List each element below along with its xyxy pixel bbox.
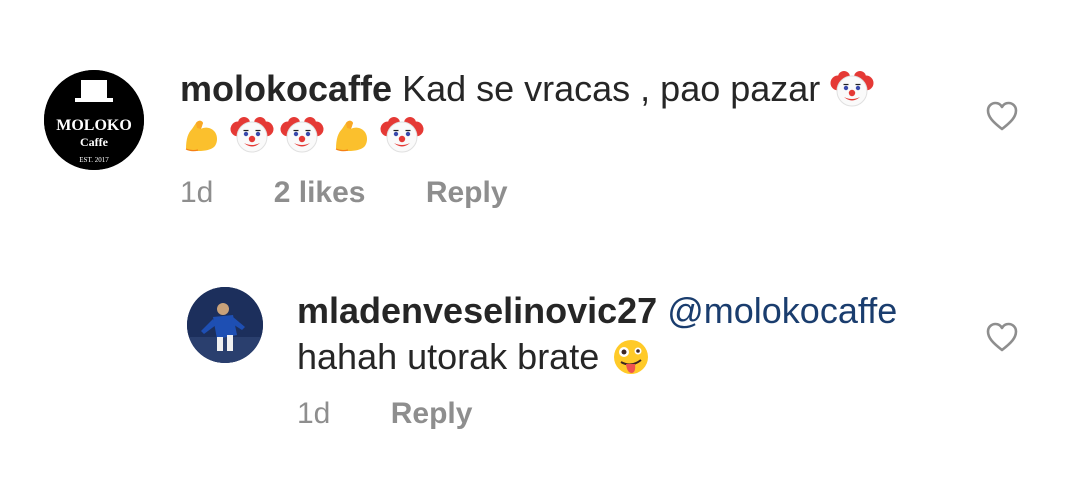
reply-button[interactable]: Reply [391, 397, 473, 430]
username[interactable]: molokocaffe [180, 68, 392, 109]
comment-body: mladenveselinovic27 @molokocaffe hahah u… [297, 288, 957, 380]
avatar[interactable] [187, 287, 263, 363]
svg-text:EST. 2017: EST. 2017 [79, 156, 109, 164]
heart-icon[interactable] [985, 321, 1019, 353]
likes-count[interactable]: 2 likes [274, 176, 366, 209]
svg-text:MOLOKO: MOLOKO [56, 117, 132, 134]
comment-message: hahah utorak brate [297, 336, 600, 377]
comment-message-line: hahah utorak brate [297, 334, 957, 380]
comment: MOLOKO KO Caffe EST. 2017 molokocaffe Ka… [0, 0, 1080, 250]
profile-photo [187, 287, 263, 363]
clown-face-emoji [280, 115, 324, 155]
clown-face-emoji [380, 115, 424, 155]
moloko-logo: MOLOKO KO Caffe EST. 2017 [44, 70, 144, 170]
comment-meta: 1d Reply [297, 397, 524, 431]
reply-button[interactable]: Reply [426, 176, 508, 209]
emoji-row [180, 112, 960, 158]
timestamp: 1d [180, 176, 214, 209]
timestamp: 1d [297, 397, 331, 430]
username[interactable]: mladenveselinovic27 [297, 290, 657, 331]
flexed-biceps-emoji [180, 115, 224, 155]
svg-text:Caffe: Caffe [80, 135, 109, 149]
comment-meta: 1d 2 likes Reply [180, 176, 560, 210]
comment-body: molokocaffe Kad se vracas , pao pazar [180, 66, 960, 158]
reply-comment: mladenveselinovic27 @molokocaffe hahah u… [0, 250, 1080, 502]
avatar[interactable]: MOLOKO KO Caffe EST. 2017 [44, 70, 144, 170]
comment-text: mladenveselinovic27 @molokocaffe [297, 288, 957, 334]
flexed-biceps-emoji [330, 115, 374, 155]
mention-link[interactable]: @molokocaffe [667, 290, 897, 331]
clown-face-emoji [230, 115, 274, 155]
clown-face-emoji [830, 69, 874, 109]
heart-icon[interactable] [985, 100, 1019, 132]
comment-text: molokocaffe Kad se vracas , pao pazar [180, 66, 960, 112]
comment-message: Kad se vracas , pao pazar [402, 68, 821, 109]
zany-face-emoji [609, 337, 653, 377]
